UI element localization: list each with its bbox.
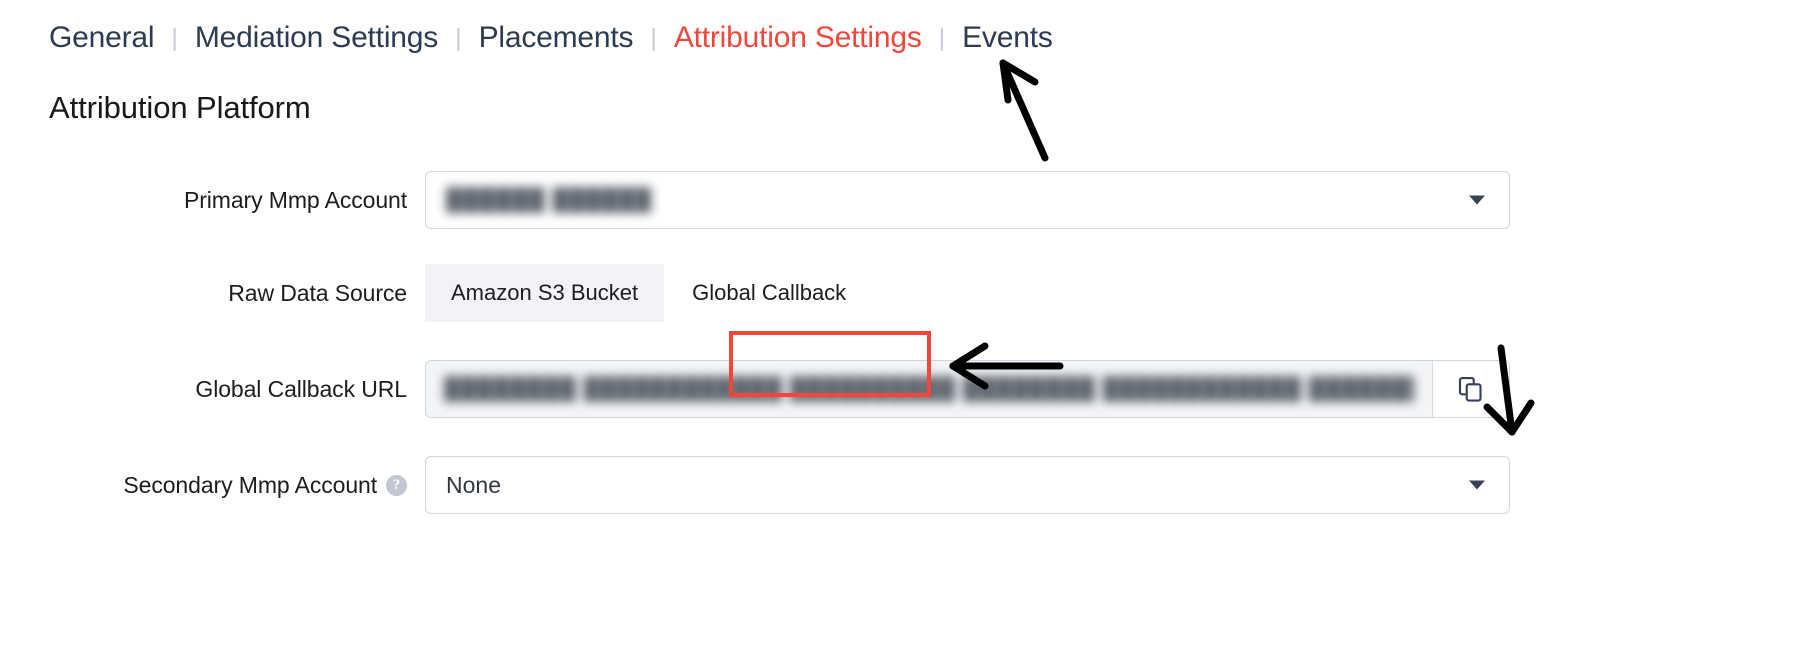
form-row-raw-data-source: Raw Data Source Amazon S3 Bucket Global … — [0, 264, 1806, 322]
tab-separator: | — [650, 23, 657, 52]
raw-data-source-segmented-control: Amazon S3 Bucket Global Callback — [425, 264, 875, 322]
global-callback-url-input[interactable]: ████████ ████████████ ██████████ ███████… — [426, 361, 1433, 417]
segment-global-callback[interactable]: Global Callback — [664, 264, 875, 322]
tab-separator: | — [938, 23, 946, 52]
page-title: Attribution Platform — [49, 90, 311, 125]
segment-amazon-s3-bucket[interactable]: Amazon S3 Bucket — [425, 264, 665, 322]
tab-mediation-settings[interactable]: Mediation Settings — [195, 23, 438, 53]
primary-mmp-account-label: Primary Mmp Account — [183, 186, 407, 213]
tab-separator: | — [171, 23, 178, 52]
global-callback-url-value: ████████ ████████████ ██████████ ███████… — [444, 376, 1414, 401]
global-callback-url-input-group: ████████ ████████████ ██████████ ███████… — [425, 360, 1510, 418]
form-row-global-callback-url: Global Callback URL ████████ ███████████… — [0, 360, 1806, 418]
tab-separator: | — [455, 23, 462, 52]
settings-tab-bar: General | Mediation Settings | Placement… — [0, 0, 1806, 76]
raw-data-source-label: Raw Data Source — [228, 279, 407, 306]
secondary-mmp-account-control: None — [425, 456, 1510, 514]
tab-events[interactable]: Events — [962, 23, 1053, 53]
secondary-mmp-account-value: None — [446, 471, 501, 498]
primary-mmp-account-control: ██████ ██████ — [425, 171, 1510, 229]
raw-data-source-control: Amazon S3 Bucket Global Callback — [425, 264, 875, 322]
global-callback-url-label: Global Callback URL — [195, 375, 407, 402]
chevron-down-icon — [1469, 195, 1485, 205]
attribution-platform-form: Primary Mmp Account ██████ ██████ Raw Da… — [0, 171, 1806, 514]
global-callback-url-control: ████████ ████████████ ██████████ ███████… — [425, 360, 1510, 418]
primary-mmp-account-value: ██████ ██████ — [446, 187, 653, 212]
copy-icon — [1458, 376, 1482, 402]
form-row-secondary-mmp-account: Secondary Mmp Account ? None — [0, 456, 1806, 514]
tab-general[interactable]: General — [49, 23, 155, 53]
primary-mmp-account-select[interactable]: ██████ ██████ — [425, 171, 1510, 229]
question-mark-icon[interactable]: ? — [386, 474, 407, 496]
chevron-down-icon — [1469, 480, 1485, 490]
tab-placements[interactable]: Placements — [479, 23, 634, 53]
copy-url-button[interactable] — [1433, 361, 1509, 417]
secondary-mmp-account-label: Secondary Mmp Account ? — [0, 456, 425, 514]
form-row-primary-mmp-account: Primary Mmp Account ██████ ██████ — [0, 171, 1806, 229]
secondary-mmp-account-select[interactable]: None — [425, 456, 1510, 514]
secondary-mmp-account-label-text: Secondary Mmp Account — [123, 471, 377, 498]
tab-attribution-settings[interactable]: Attribution Settings — [674, 23, 922, 53]
